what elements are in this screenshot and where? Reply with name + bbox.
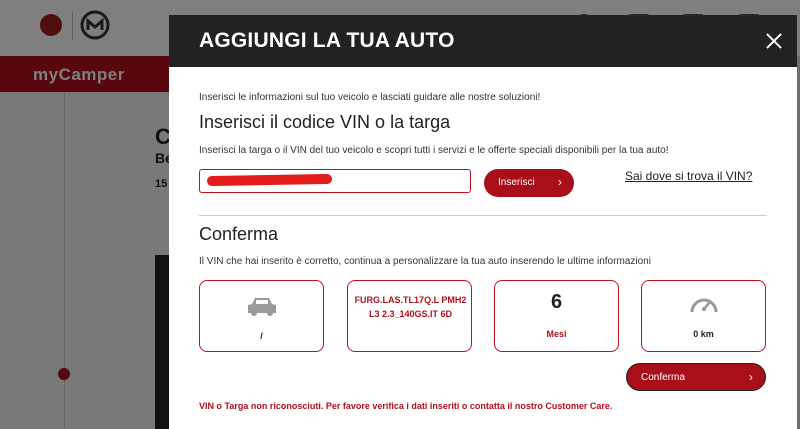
modal-header: AGGIUNGI LA TUA AUTO bbox=[169, 15, 797, 67]
confirm-button-label: Conferma bbox=[641, 372, 685, 383]
vin-help-link[interactable]: Sai dove si trova il VIN? bbox=[625, 169, 752, 183]
close-icon[interactable] bbox=[763, 30, 785, 52]
mileage-card-label: 0 km bbox=[693, 329, 714, 339]
error-message: VIN o Targa non riconosciuti. Per favore… bbox=[199, 401, 613, 411]
section-divider bbox=[199, 215, 767, 216]
months-card[interactable]: 6 Mesi bbox=[494, 280, 619, 352]
months-card-label: Mesi bbox=[546, 329, 567, 339]
model-card-value: FURG.LAS.TL17Q.L PMH2 L3 2.3_140GS.IT 6D bbox=[354, 295, 467, 319]
vin-section-hint: Inserisci la targa o il VIN del tuo veic… bbox=[199, 145, 669, 156]
model-card[interactable]: FURG.LAS.TL17Q.L PMH2 L3 2.3_140GS.IT 6D bbox=[347, 280, 472, 352]
chevron-right-icon: › bbox=[749, 370, 753, 384]
chevron-right-icon: › bbox=[558, 175, 562, 189]
modal-title: AGGIUNGI LA TUA AUTO bbox=[199, 29, 455, 52]
car-icon bbox=[248, 298, 276, 316]
confirm-button[interactable]: Conferma › bbox=[626, 363, 766, 391]
vin-section-title: Inserisci il codice VIN o la targa bbox=[199, 112, 451, 132]
vehicle-card-label: / bbox=[260, 331, 263, 341]
modal-intro: Inserisci le informazioni sul tuo veicol… bbox=[199, 92, 541, 103]
confirm-section-title: Conferma bbox=[199, 224, 279, 244]
confirm-section-hint: Il VIN che hai inserito è corretto, cont… bbox=[199, 256, 651, 267]
odometer-icon bbox=[690, 298, 718, 313]
mileage-card[interactable]: 0 km bbox=[641, 280, 766, 352]
search-button-label: Inserisci bbox=[498, 177, 535, 188]
add-car-modal: AGGIUNGI LA TUA AUTO Inserisci le inform… bbox=[169, 15, 797, 429]
months-card-value: 6 bbox=[550, 291, 563, 313]
search-button[interactable]: Inserisci › bbox=[484, 169, 574, 197]
vehicle-card[interactable]: / bbox=[199, 280, 324, 352]
